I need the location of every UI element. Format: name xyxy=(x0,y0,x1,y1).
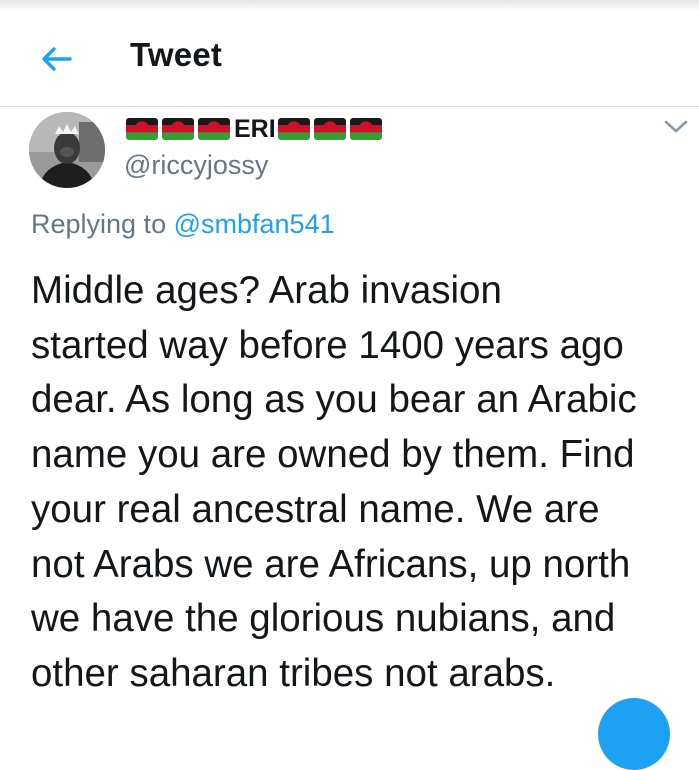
replying-to-label: Replying to xyxy=(31,209,167,239)
avatar[interactable] xyxy=(29,112,105,188)
malawi-flag-icon xyxy=(277,118,310,140)
user-handle[interactable]: @riccyjossy xyxy=(124,150,268,181)
page-title: Tweet xyxy=(130,36,223,73)
tweet-menu-button[interactable] xyxy=(660,114,692,140)
top-bar: Tweet xyxy=(0,12,699,107)
replying-to-link[interactable]: @smbfan541 xyxy=(174,209,335,239)
tweet-text: Middle ages? Arab invasion started way b… xyxy=(31,269,637,695)
malawi-flag-icon xyxy=(349,118,382,140)
compose-fab-button[interactable] xyxy=(598,698,670,770)
malawi-flag-icon xyxy=(313,118,346,140)
malawi-flag-icon xyxy=(162,118,194,140)
malawi-flag-icon xyxy=(198,118,230,140)
malawi-flag-icon xyxy=(126,118,158,140)
back-arrow-icon xyxy=(42,47,72,71)
replying-to-line: Replying to @smbfan541 xyxy=(31,209,335,240)
chevron-down-icon xyxy=(664,120,688,133)
status-bar-shadow xyxy=(0,0,699,12)
display-name[interactable]: ERI xyxy=(126,115,386,143)
avatar-image xyxy=(29,112,105,188)
display-name-text: ERI xyxy=(234,115,276,143)
back-button[interactable] xyxy=(36,42,76,76)
